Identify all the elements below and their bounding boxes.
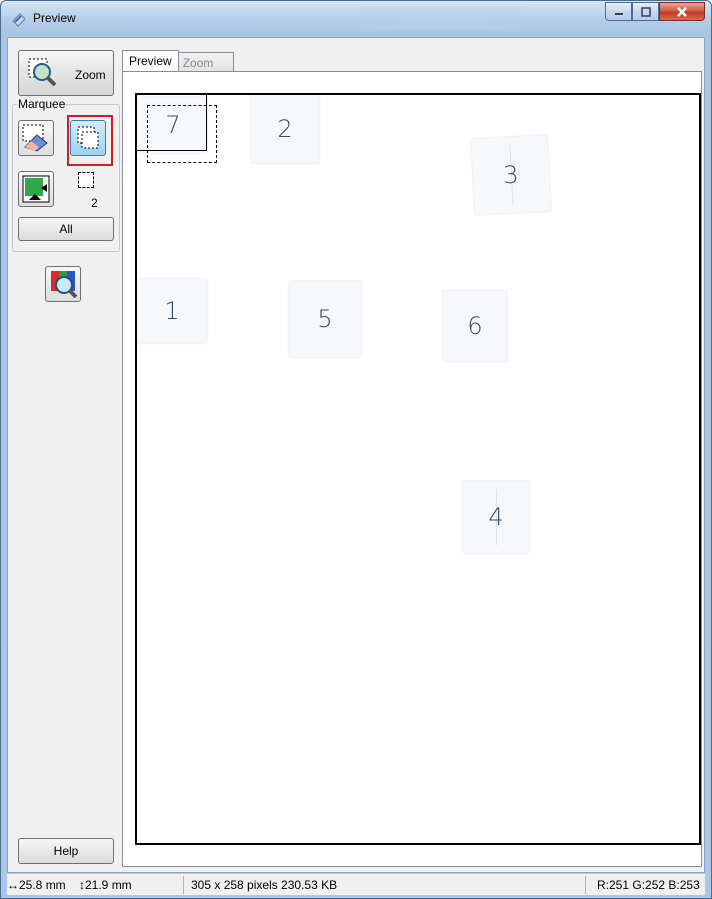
horizontal-arrow-icon: ↔ [7,878,19,892]
delete-marquee-button[interactable] [18,120,54,156]
photo-number: 2 [277,115,293,143]
dashed-marquee[interactable] [147,105,217,163]
preview-window: Preview Zoom Marquee 2 All Help Preview … [0,0,712,899]
preview-canvas[interactable]: 7 2 3 1 5 6 4 [135,93,701,845]
tab-zoom[interactable]: Zoom [177,52,235,72]
magnifier-icon [28,58,57,87]
minimize-icon [614,12,623,15]
tab-preview[interactable]: Preview [122,50,179,72]
maximize-button[interactable] [632,2,659,21]
tab-strip: Preview Zoom [122,48,235,72]
photo-number: 6 [467,312,483,340]
maximize-icon [640,6,651,17]
photo-number: 5 [317,305,333,333]
all-button[interactable]: All [18,217,114,241]
scanned-photo: 6 [443,291,507,361]
help-button[interactable]: Help [18,838,114,864]
marquee-group-label: Marquee [17,97,67,111]
scanned-photo: 2 [251,95,319,163]
caption-buttons [605,2,705,22]
color-adjust-button[interactable] [45,266,81,302]
title-bar[interactable]: Preview [1,1,711,37]
scanned-photo: 3 [471,135,551,215]
zoom-button-label: Zoom [75,68,106,82]
height-readout: ↕21.9 mm [79,878,132,892]
close-icon [677,6,687,17]
scanned-photo: 4 [463,481,529,553]
highlight-box [67,115,113,166]
photo-number: 1 [164,297,180,325]
tool-panel: Zoom Marquee 2 All Help [8,38,124,874]
rgb-readout: R:251 G:252 B:253 [597,878,700,892]
photo-number: 3 [502,160,520,190]
scanner-app-icon [12,13,26,27]
close-button[interactable] [659,2,705,21]
client-area: Zoom Marquee 2 All Help Preview Zoom 7 2… [7,37,705,873]
auto-locate-button[interactable] [18,171,54,207]
color-palette-icon [51,271,78,299]
eraser-marquee-icon [22,124,48,152]
auto-locate-icon [22,175,50,203]
width-readout: ↔25.8 mm [7,878,66,892]
scanned-photo: 5 [289,281,361,357]
window-title: Preview [33,11,76,25]
status-bar: ↔25.8 mm ↕21.9 mm 305 x 258 pixels 230.5… [7,873,705,895]
image-size-readout: 305 x 258 pixels 230.53 KB [191,878,338,892]
marquee-count-icon [78,172,94,188]
zoom-button[interactable]: Zoom [18,50,114,96]
scanned-photo: 1 [137,279,207,343]
marquee-count: 2 [91,196,98,210]
photo-number: 4 [488,503,504,531]
preview-tab-panel: 7 2 3 1 5 6 4 [122,71,702,867]
minimize-button[interactable] [605,2,632,21]
